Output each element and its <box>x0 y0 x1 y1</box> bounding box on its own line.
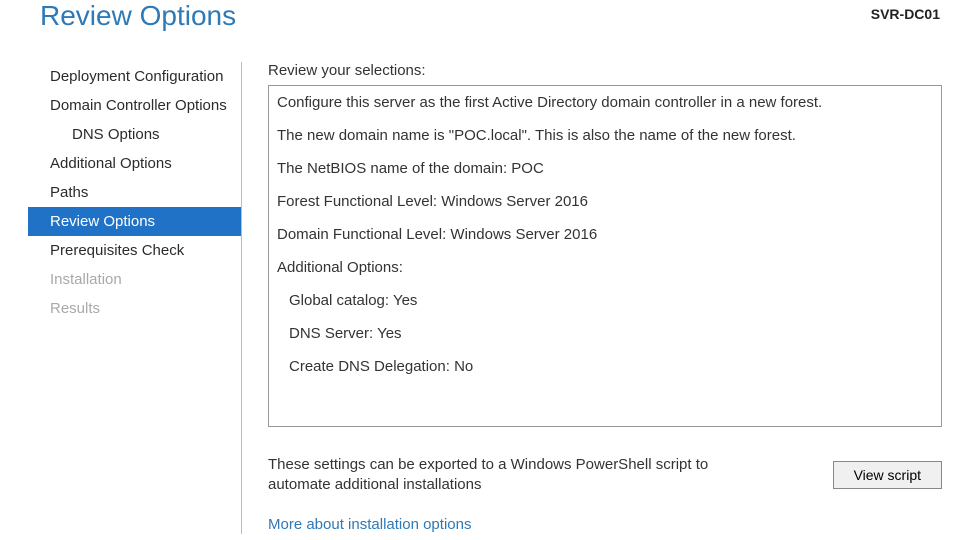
sidebar-item-installation: Installation <box>28 265 241 294</box>
content: Deployment ConfigurationDomain Controlle… <box>0 62 960 534</box>
sidebar-item-additional-options[interactable]: Additional Options <box>28 149 241 178</box>
sidebar-item-dns-options[interactable]: DNS Options <box>28 120 241 149</box>
sidebar-item-paths[interactable]: Paths <box>28 178 241 207</box>
review-line: Additional Options: <box>277 259 933 276</box>
header: Review Options SVR-DC01 <box>0 0 960 38</box>
page-title: Review Options <box>40 0 236 32</box>
main-panel: Review your selections: Configure this s… <box>242 62 960 534</box>
sidebar-item-prerequisites-check[interactable]: Prerequisites Check <box>28 236 241 265</box>
review-line: Forest Functional Level: Windows Server … <box>277 193 933 210</box>
view-script-button[interactable]: View script <box>833 461 942 489</box>
sidebar-item-results: Results <box>28 294 241 323</box>
server-name: SVR-DC01 <box>871 6 940 22</box>
sidebar-item-deployment-configuration[interactable]: Deployment Configuration <box>28 62 241 91</box>
review-label: Review your selections: <box>268 62 942 79</box>
review-line: Create DNS Delegation: No <box>277 358 933 375</box>
export-note: These settings can be exported to a Wind… <box>268 455 768 494</box>
sidebar-item-review-options[interactable]: Review Options <box>28 207 241 236</box>
review-scroll[interactable]: Configure this server as the first Activ… <box>269 86 941 426</box>
review-line: Configure this server as the first Activ… <box>277 94 933 111</box>
review-line: Domain Functional Level: Windows Server … <box>277 226 933 243</box>
sidebar: Deployment ConfigurationDomain Controlle… <box>0 62 242 534</box>
review-line: The new domain name is "POC.local". This… <box>277 127 933 144</box>
review-line: The NetBIOS name of the domain: POC <box>277 160 933 177</box>
review-box: Configure this server as the first Activ… <box>268 85 942 427</box>
sidebar-item-domain-controller-options[interactable]: Domain Controller Options <box>28 91 241 120</box>
review-line: DNS Server: Yes <box>277 325 933 342</box>
review-line: Global catalog: Yes <box>277 292 933 309</box>
note-row: These settings can be exported to a Wind… <box>268 455 942 494</box>
more-about-link[interactable]: More about installation options <box>268 516 471 533</box>
